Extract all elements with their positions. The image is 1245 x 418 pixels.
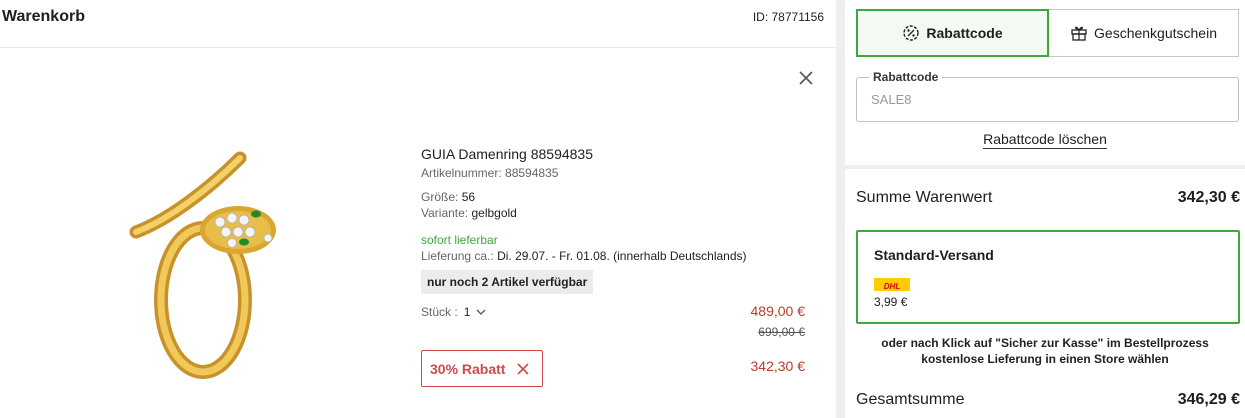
- goods-total-row: Summe Warenwert 342,30 €: [856, 189, 1240, 207]
- voucher-panel: Rabattcode Geschenkgutschein Rabattcode …: [845, 0, 1245, 165]
- discount-code-field-label: Rabattcode: [869, 70, 943, 84]
- cart-header: Warenkorb ID: 78771156: [0, 0, 836, 48]
- shipping-title: Standard-Versand: [874, 247, 994, 263]
- grand-total-label: Gesamtsumme: [856, 391, 965, 408]
- store-delivery-note: oder nach Klick auf "Sicher zur Kasse" i…: [845, 335, 1245, 367]
- current-price: 489,00 €: [750, 303, 806, 319]
- discount-code-field: Rabattcode: [856, 70, 1239, 122]
- discount-badge-icon: [903, 25, 920, 41]
- delivery-label: Lieferung ca.:: [421, 249, 494, 263]
- order-summary-panel: Summe Warenwert 342,30 € Standard-Versan…: [845, 169, 1245, 418]
- availability-text: sofort lieferbar: [421, 233, 498, 247]
- grand-total-value: 346,29 €: [1177, 391, 1240, 408]
- article-number-row: Artikelnummer: 88594835: [421, 165, 821, 181]
- article-number-value: 88594835: [505, 166, 559, 180]
- page-title: Warenkorb: [2, 7, 85, 25]
- delivery-row: Lieferung ca.: Di. 29.07. - Fr. 01.08. (…: [421, 248, 821, 264]
- old-price: 699,00 €: [758, 325, 805, 339]
- product-info: GUIA Damenring 88594835 Artikelnummer: 8…: [421, 146, 821, 294]
- product-name[interactable]: GUIA Damenring 88594835: [421, 146, 821, 162]
- delivery-value: Di. 29.07. - Fr. 01.08. (innerhalb Deuts…: [497, 249, 747, 263]
- variant-label: Variante:: [421, 206, 469, 220]
- delete-discount-code-row: Rabattcode löschen: [845, 131, 1245, 149]
- chevron-down-icon: [476, 309, 486, 315]
- grand-total-row: Gesamtsumme 346,29 €: [856, 391, 1240, 409]
- quantity-value: 1: [463, 305, 471, 319]
- variant-row: Variante: gelbgold: [421, 205, 821, 221]
- voucher-tabs: Rabattcode Geschenkgutschein: [856, 9, 1239, 57]
- final-price: 342,30 €: [750, 358, 806, 374]
- store-delivery-note-line2: kostenlose Lieferung in einen Store wähl…: [921, 352, 1169, 366]
- size-label: Größe:: [421, 190, 459, 204]
- product-image[interactable]: [128, 150, 288, 382]
- gift-icon: [1071, 26, 1087, 41]
- shipping-price: 3,99 €: [874, 295, 908, 309]
- cart-id: ID: 78771156: [752, 9, 824, 24]
- goods-total-value: 342,30 €: [1177, 189, 1240, 206]
- discount-code-input[interactable]: [871, 92, 1211, 107]
- tab-discount-code[interactable]: Rabattcode: [856, 9, 1049, 57]
- discount-label: 30% Rabatt: [430, 360, 506, 377]
- tab-gift-card[interactable]: Geschenkgutschein: [1049, 9, 1239, 57]
- size-value: 56: [461, 190, 476, 204]
- tab-discount-label: Rabattcode: [926, 25, 1003, 41]
- remove-discount-close-icon[interactable]: [517, 362, 530, 375]
- quantity-label: Stück :: [421, 305, 458, 319]
- tab-gift-card-label: Geschenkgutschein: [1094, 25, 1217, 41]
- shipping-option-standard[interactable]: Standard-Versand DHL 3,99 €: [856, 230, 1240, 324]
- goods-total-label: Summe Warenwert: [856, 189, 993, 206]
- dhl-logo-text: DHL: [884, 282, 901, 291]
- variant-value: gelbgold: [471, 206, 517, 220]
- quantity-select[interactable]: Stück : 1: [421, 305, 486, 319]
- stock-badge: nur noch 2 Artikel verfügbar: [421, 270, 594, 294]
- discount-badge: 30% Rabatt: [421, 350, 543, 387]
- store-delivery-note-line1: oder nach Klick auf "Sicher zur Kasse" i…: [881, 336, 1209, 350]
- article-number-label: Artikelnummer:: [421, 166, 502, 180]
- size-row: Größe: 56: [421, 189, 821, 205]
- delete-discount-code-link[interactable]: Rabattcode löschen: [983, 131, 1107, 149]
- cart-panel: Warenkorb ID: 78771156 GUIA Damenring 88…: [0, 0, 836, 418]
- dhl-logo: DHL: [874, 278, 910, 291]
- remove-item-close-icon[interactable]: [798, 70, 814, 86]
